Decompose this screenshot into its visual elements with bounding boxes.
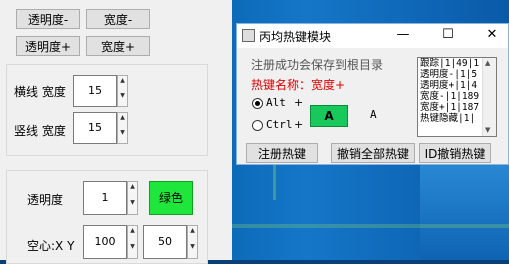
- unregister-id-button[interactable]: ID撤销热键: [419, 143, 491, 163]
- hollow-x-spinner[interactable]: ▲ ▼: [127, 225, 138, 259]
- scroll-down-icon[interactable]: ▼: [485, 126, 490, 134]
- hotkey-list[interactable]: 跟踪|1|49|1 透明度-|1|5 透明度+|1|4 宽度-|1|189 宽度…: [417, 57, 497, 137]
- spin-up-icon[interactable]: ▲: [118, 76, 127, 91]
- unregister-all-button[interactable]: 撤销全部热键: [331, 143, 415, 163]
- color-button[interactable]: 绿色: [149, 181, 193, 215]
- alt-radio[interactable]: [252, 98, 263, 109]
- opacity-minus-button[interactable]: 透明度-: [16, 9, 80, 29]
- horizontal-width-spinner[interactable]: ▲ ▼: [117, 75, 128, 107]
- width-minus-button[interactable]: 宽度-: [86, 9, 150, 29]
- crosshair-vertical-line: [273, 160, 276, 200]
- spin-down-icon[interactable]: ▼: [188, 242, 197, 258]
- spin-up-icon[interactable]: ▲: [128, 182, 137, 198]
- vertical-width-spinner[interactable]: ▲ ▼: [117, 112, 128, 144]
- line-width-group: 横线 宽度 15 ▲ ▼ 竖线 宽度 15 ▲ ▼: [6, 64, 208, 156]
- horizontal-line-label: 横线 宽度: [14, 85, 66, 99]
- plus-sign: +: [294, 118, 304, 131]
- hotkey-dialog: 丙均热键模块 — ☐ ✕ 注册成功会保存到根目录 热键名称：宽度+ Alt + …: [236, 23, 509, 165]
- spin-up-icon[interactable]: ▲: [128, 226, 137, 242]
- hotkey-name-text: 热键名称：宽度+: [251, 78, 346, 92]
- opacity-group: 透明度 1 ▲ ▼ 绿色 空心:X Y 100 ▲ ▼ 50 ▲ ▼: [6, 170, 208, 264]
- desktop-glow: [420, 155, 509, 260]
- opacity-input[interactable]: 1: [83, 181, 127, 215]
- key-display: A: [370, 108, 377, 121]
- key-capture-box[interactable]: A: [310, 105, 348, 127]
- alt-label: Alt: [266, 96, 286, 109]
- hollow-x-input[interactable]: 100: [83, 225, 127, 259]
- opacity-label: 透明度: [27, 193, 64, 207]
- vertical-width-input[interactable]: 15: [73, 112, 117, 144]
- spin-up-icon[interactable]: ▲: [188, 226, 197, 242]
- spin-down-icon[interactable]: ▼: [128, 242, 137, 258]
- spin-down-icon[interactable]: ▼: [118, 91, 127, 106]
- ctrl-label: Ctrl: [266, 118, 293, 131]
- app-icon: [242, 29, 255, 42]
- width-plus-button[interactable]: 宽度+: [86, 36, 150, 56]
- scroll-up-icon[interactable]: ▲: [485, 59, 490, 67]
- opacity-plus-button[interactable]: 透明度+: [16, 36, 80, 56]
- register-hotkey-button[interactable]: 注册热键: [246, 143, 318, 163]
- ctrl-radio[interactable]: [252, 120, 263, 131]
- info-text: 注册成功会保存到根目录: [251, 58, 384, 72]
- hollow-xy-label: 空心:X Y: [27, 239, 75, 253]
- spin-down-icon[interactable]: ▼: [118, 128, 127, 143]
- spin-down-icon[interactable]: ▼: [128, 198, 137, 214]
- plus-sign: +: [294, 96, 304, 109]
- close-icon[interactable]: ✕: [477, 27, 507, 42]
- opacity-spinner[interactable]: ▲ ▼: [127, 181, 138, 215]
- spin-up-icon[interactable]: ▲: [118, 113, 127, 128]
- maximize-icon[interactable]: ☐: [433, 27, 463, 42]
- hollow-y-input[interactable]: 50: [143, 225, 187, 259]
- minimize-icon[interactable]: —: [388, 27, 418, 42]
- horizontal-width-input[interactable]: 15: [73, 75, 117, 107]
- list-scrollbar[interactable]: ▲ ▼: [482, 58, 496, 136]
- main-window: 透明度- 宽度- 透明度+ 宽度+ 横线 宽度 15 ▲ ▼ 竖线 宽度 15 ▲…: [0, 0, 232, 264]
- vertical-line-label: 竖线 宽度: [14, 124, 66, 138]
- dialog-title: 丙均热键模块: [259, 30, 332, 44]
- dialog-titlebar[interactable]: 丙均热键模块 — ☐ ✕: [237, 24, 508, 48]
- hollow-y-spinner[interactable]: ▲ ▼: [187, 225, 198, 259]
